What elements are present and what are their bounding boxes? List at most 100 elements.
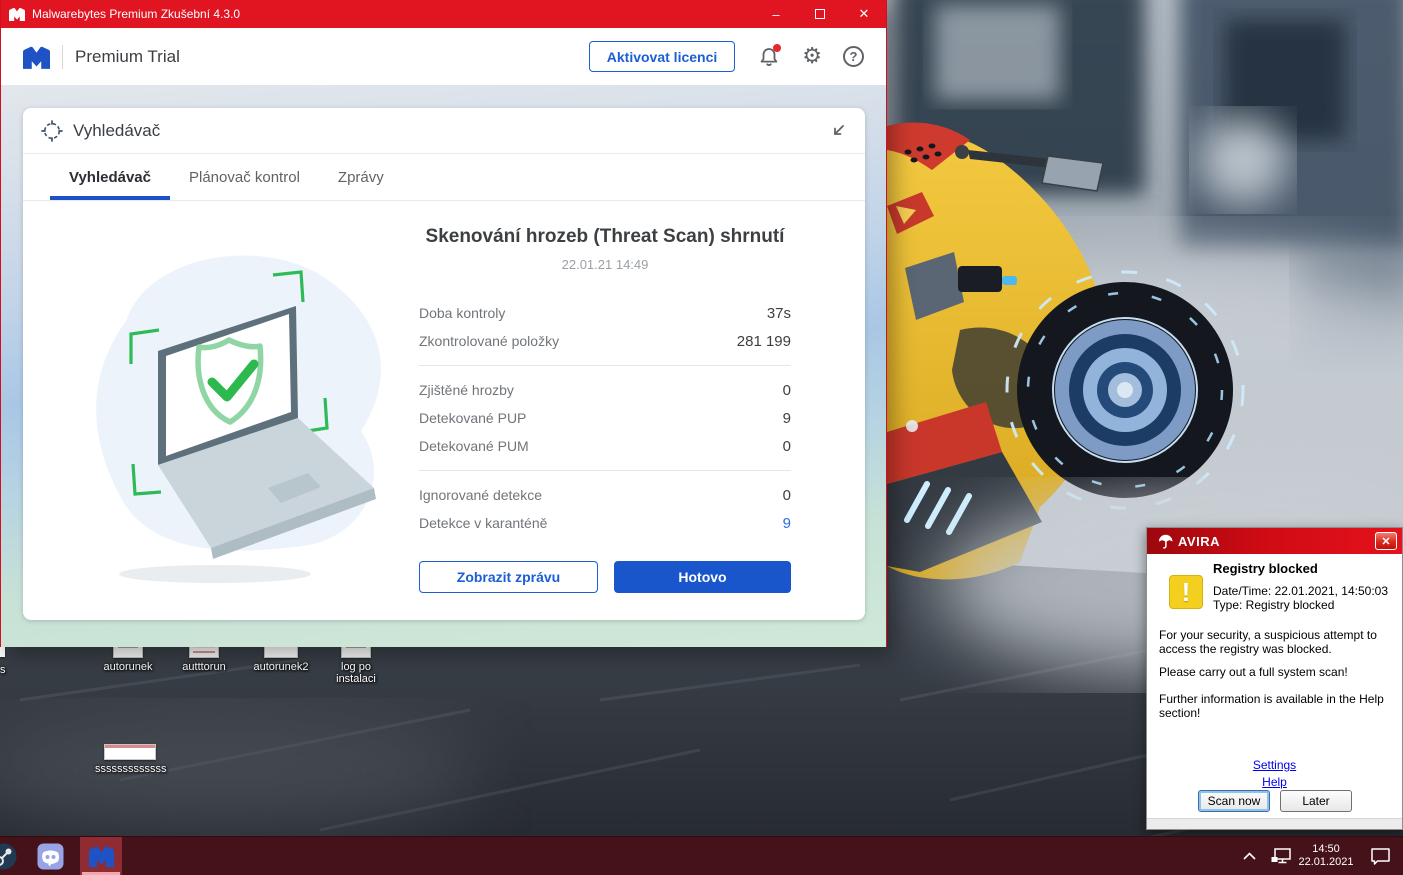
action-center-button[interactable] [1365, 837, 1395, 875]
gear-icon: ⚙ [802, 43, 822, 68]
stat-row: Detekce v karanténě 9 [419, 509, 791, 537]
taskbar-steam-button[interactable] [0, 837, 18, 875]
settings-link[interactable]: Settings [1253, 758, 1296, 772]
malwarebytes-logo-icon [9, 7, 25, 21]
panel-title: Vyhledávač [73, 120, 161, 140]
scan-complete-illustration [96, 255, 381, 583]
stat-label: Detekované PUP [419, 410, 527, 426]
stat-row: Detekované PUM 0 [419, 432, 791, 460]
scan-now-button[interactable]: Scan now [1198, 790, 1270, 812]
window-titlebar[interactable]: Malwarebytes Premium Zkušební 4.3.0 – ✕ [1, 0, 886, 28]
stat-label: Zjištěné hrozby [419, 382, 514, 398]
minimize-button[interactable]: – [754, 0, 798, 28]
avira-titlebar[interactable]: AVIRA ✕ [1147, 528, 1402, 554]
desktop-icon-label: log po instalaci [336, 661, 376, 685]
view-report-button[interactable]: Zobrazit zprávu [419, 561, 598, 593]
warning-icon: ! [1169, 575, 1203, 609]
stat-value: 37s [766, 304, 791, 322]
settings-link-wrap: Settings [1147, 758, 1402, 772]
header-divider [62, 44, 63, 69]
network-icon [1271, 848, 1291, 864]
alert-paragraph: Further information is available in the … [1159, 692, 1384, 720]
discord-icon [37, 843, 63, 869]
stat-value: 0 [782, 381, 791, 399]
stat-label: Doba kontroly [419, 305, 506, 321]
taskbar-clock[interactable]: 14:50 22.01.2021 [1291, 837, 1361, 875]
scan-summary: Skenování hrozeb (Threat Scan) shrnutí 2… [391, 226, 819, 593]
avira-popup: AVIRA ✕ ! Registry blocked Date/Time: 22… [1146, 527, 1403, 830]
action-center-icon [1370, 847, 1390, 865]
alert-paragraph: For your security, a suspicious attempt … [1159, 628, 1377, 656]
desktop-icon-partial-label: s [0, 664, 6, 676]
taskbar: 14:50 22.01.2021 [0, 836, 1403, 875]
desktop-icon-label: autorunek [103, 661, 153, 673]
notification-dot [773, 43, 782, 52]
stat-row: Ignorované detekce 0 [419, 481, 791, 509]
activate-license-button[interactable]: Aktivovat licenci [588, 41, 736, 72]
alert-datetime: Date/Time: 22.01.2021, 14:50:03 [1213, 584, 1389, 598]
product-name: Premium Trial [75, 46, 180, 66]
close-icon: ✕ [1381, 535, 1391, 548]
tab-planovac-kontrol[interactable]: Plánovač kontrol [170, 154, 319, 200]
desktop-icon-label: sssssssssssss [95, 763, 167, 775]
alert-paragraph: Please carry out a full system scan! [1159, 665, 1348, 679]
stat-label: Ignorované detekce [419, 487, 542, 503]
popup-footer-strip [1147, 818, 1402, 829]
help-icon: ? [843, 46, 864, 67]
stat-label: Detekované PUM [419, 438, 529, 454]
settings-button[interactable]: ⚙ [802, 45, 822, 68]
help-link-wrap: Help [1147, 775, 1402, 789]
scan-summary-title: Skenování hrozeb (Threat Scan) shrnutí [425, 226, 785, 247]
chevron-up-icon [1242, 852, 1256, 860]
stat-value: 0 [782, 437, 791, 455]
later-button[interactable]: Later [1280, 790, 1352, 812]
app-header: Premium Trial Aktivovat licenci ⚙ ? [1, 28, 886, 85]
divider [419, 365, 791, 366]
tab-zpravy[interactable]: Zprávy [319, 154, 403, 200]
desktop-icon-label: autorunek2 [253, 661, 309, 673]
help-link[interactable]: Help [1262, 775, 1287, 789]
avira-brand: AVIRA [1178, 533, 1220, 549]
tray-chevron-button[interactable] [1237, 837, 1261, 875]
clock-date: 22.01.2021 [1298, 856, 1354, 868]
malwarebytes-icon [88, 846, 114, 867]
taskbar-malwarebytes-button[interactable] [80, 837, 122, 875]
maximize-button[interactable] [798, 0, 842, 28]
tab-vyhledavac[interactable]: Vyhledávač [50, 154, 170, 200]
desktop-icon-sss[interactable]: sssssssssssss [95, 744, 167, 775]
scanner-card: Vyhledávač Vyhledávač Plánovač kontrol Z… [23, 108, 865, 620]
steam-icon [0, 843, 16, 869]
collapse-arrow-icon[interactable] [829, 122, 847, 140]
stat-row: Zkontrolované položky 281 199 [419, 327, 791, 355]
stat-label: Zkontrolované položky [419, 333, 560, 349]
malwarebytes-window: Malwarebytes Premium Zkušební 4.3.0 – ✕ … [0, 0, 887, 647]
alert-type: Type: Registry blocked [1213, 598, 1335, 612]
help-button[interactable]: ? [843, 46, 864, 67]
close-button[interactable]: ✕ [842, 0, 886, 28]
tab-bar: Vyhledávač Plánovač kontrol Zprávy [23, 154, 865, 201]
quarantine-count-link[interactable]: 9 [783, 515, 791, 532]
clock-time: 14:50 [1312, 843, 1340, 855]
stat-value: 9 [782, 409, 791, 427]
stat-row: Doba kontroly 37s [419, 299, 791, 327]
desktop-icon-label: autttorun [182, 661, 226, 673]
notifications-button[interactable] [757, 43, 782, 69]
done-button[interactable]: Hotovo [614, 561, 791, 593]
scan-datetime: 22.01.21 14:49 [561, 257, 649, 272]
window-title: Malwarebytes Premium Zkušební 4.3.0 [32, 7, 241, 21]
stat-row: Zjištěné hrozby 0 [419, 376, 791, 404]
alert-title: Registry blocked [1213, 561, 1318, 576]
avira-umbrella-icon [1158, 534, 1173, 549]
app-content: Vyhledávač Vyhledávač Plánovač kontrol Z… [1, 85, 886, 647]
stat-label: Detekce v karanténě [419, 515, 548, 531]
stat-value: 281 199 [736, 332, 791, 350]
scanner-crosshair-icon [41, 119, 63, 142]
taskbar-discord-button[interactable] [34, 837, 66, 875]
maximize-icon [815, 9, 825, 19]
avira-close-button[interactable]: ✕ [1375, 532, 1397, 550]
stat-value: 0 [782, 486, 791, 504]
file-icon [104, 744, 156, 760]
divider [419, 470, 791, 471]
malwarebytes-logo-icon [23, 46, 50, 69]
stat-row: Detekované PUP 9 [419, 404, 791, 432]
